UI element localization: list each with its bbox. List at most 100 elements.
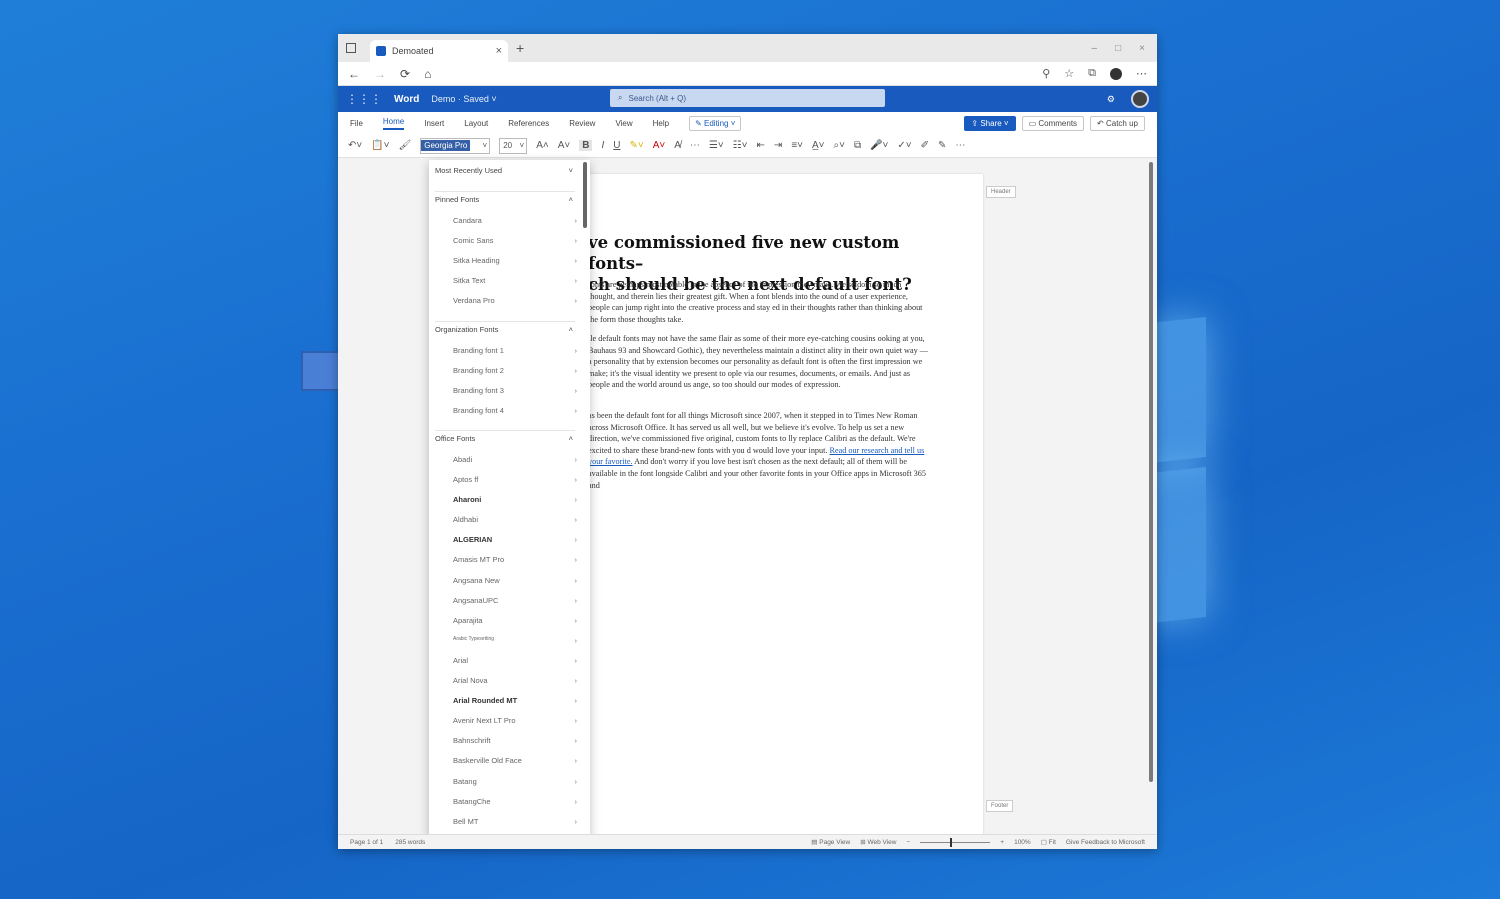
zoom-slider[interactable] <box>920 837 991 847</box>
font-option[interactable]: Verdana Pro › <box>453 296 577 305</box>
chevron-right-icon[interactable]: › <box>575 616 578 625</box>
find-icon[interactable]: ⌕˅ <box>834 140 845 151</box>
font-option[interactable]: Batang › <box>453 777 577 786</box>
chevron-right-icon[interactable]: › <box>575 797 578 806</box>
feedback-link[interactable]: Give Feedback to Microsoft <box>1066 839 1145 846</box>
font-option[interactable]: Branding font 4 › <box>453 406 577 415</box>
chevron-right-icon[interactable]: › <box>575 256 578 265</box>
dropdown-scrollbar[interactable] <box>583 162 587 228</box>
sensitivity-icon[interactable]: ⧉ <box>854 140 861 151</box>
font-color-icon[interactable]: A˅ <box>653 140 666 151</box>
zoom-out-button[interactable]: − <box>906 839 910 846</box>
align-icon[interactable]: ≡˅ <box>791 140 803 151</box>
designer-icon[interactable]: ✐ <box>921 140 929 151</box>
app-launcher-icon[interactable]: ⋮⋮⋮ <box>346 92 382 106</box>
browser-tab[interactable]: Demoated × <box>370 40 508 62</box>
toolbar-more-icon[interactable]: ⋯ <box>955 140 965 151</box>
font-name-value[interactable]: Georgia Pro <box>421 140 471 151</box>
font-option[interactable]: Abadi › <box>453 455 577 464</box>
font-option[interactable]: Aldhabi › <box>453 515 577 524</box>
chevron-right-icon[interactable]: › <box>575 676 578 685</box>
font-option[interactable]: Branding font 2 › <box>453 366 577 375</box>
chevron-right-icon[interactable]: › <box>575 366 578 375</box>
settings-gear-icon[interactable]: ⚙ <box>1107 94 1115 105</box>
dropdown-section-header[interactable]: Office Fonts ˄ <box>435 434 573 443</box>
extensions-icon[interactable]: ⚲ <box>1042 67 1050 80</box>
chevron-right-icon[interactable]: › <box>575 406 578 415</box>
font-size-value[interactable]: 20 <box>503 141 512 150</box>
forward-icon[interactable]: → <box>374 67 386 81</box>
chevron-right-icon[interactable]: › <box>575 777 578 786</box>
font-option[interactable]: Avenir Next LT Pro › <box>453 716 577 725</box>
collections-icon[interactable]: ⧉ <box>1088 67 1096 80</box>
chevron-right-icon[interactable]: › <box>575 515 578 524</box>
font-option[interactable]: Comic Sans › <box>453 236 577 245</box>
web-view-button[interactable]: ⊞ Web View <box>860 838 896 846</box>
footer-label[interactable]: Footer <box>986 800 1014 812</box>
font-name-box[interactable]: Georgia Pro ˅ <box>420 137 491 154</box>
dropdown-section-header[interactable]: Most Recently Used ˅ <box>435 166 573 175</box>
addins-icon[interactable]: ✎ <box>938 140 946 151</box>
font-dropdown-chevron-icon[interactable]: ˅ <box>483 141 490 150</box>
font-option[interactable]: Baskerville Old Face › <box>453 756 577 765</box>
font-option[interactable]: Arabic Typesetting › <box>453 636 577 645</box>
font-option[interactable]: Bahnschrift › <box>453 736 577 745</box>
font-option[interactable]: Amasis MT Pro › <box>453 555 577 564</box>
font-option[interactable]: BatangChe › <box>453 797 577 806</box>
search-input[interactable]: ⌕ Search (Alt + Q) <box>610 89 885 107</box>
document-scrollbar[interactable] <box>1149 162 1153 782</box>
home-icon[interactable]: ⌂ <box>424 67 431 81</box>
font-option[interactable]: Sitka Text › <box>453 276 577 285</box>
tab-review[interactable]: Review <box>569 119 595 128</box>
font-dropdown[interactable]: Most Recently Used ˅ Pinned Fonts ˄ Candara ›… <box>429 160 590 843</box>
bullets-icon[interactable]: ☰˅ <box>709 140 724 151</box>
tab-layout[interactable]: Layout <box>464 119 488 128</box>
more-icon[interactable]: ⋯ <box>1136 67 1147 80</box>
section-collapse-icon[interactable]: ˅ <box>569 166 573 175</box>
chevron-right-icon[interactable]: › <box>575 636 578 645</box>
bold-icon[interactable]: B <box>579 140 593 151</box>
tab-close-icon[interactable]: × <box>496 45 502 57</box>
font-option[interactable]: Arial Nova › <box>453 676 577 685</box>
fit-button[interactable]: ▢ Fit <box>1041 838 1056 846</box>
back-icon[interactable]: ← <box>348 67 360 81</box>
editor-icon[interactable]: ✓˅ <box>897 140 911 151</box>
tab-insert[interactable]: Insert <box>424 119 444 128</box>
font-option[interactable]: Branding font 3 › <box>453 386 577 395</box>
chevron-right-icon[interactable]: › <box>575 236 578 245</box>
chevron-right-icon[interactable]: › <box>575 756 578 765</box>
favorite-star-icon[interactable]: ☆ <box>1064 67 1074 80</box>
font-option[interactable]: Aharoni › <box>453 495 577 504</box>
chevron-right-icon[interactable]: › <box>575 495 578 504</box>
tab-references[interactable]: References <box>508 119 549 128</box>
font-option[interactable]: Sitka Heading › <box>453 256 577 265</box>
font-option[interactable]: Candara › <box>453 216 577 225</box>
chevron-right-icon[interactable]: › <box>575 817 578 826</box>
font-option[interactable]: Arial Rounded MT › <box>453 696 577 705</box>
highlight-icon[interactable]: ✎˅ <box>630 140 644 151</box>
chevron-right-icon[interactable]: › <box>575 276 578 285</box>
chevron-right-icon[interactable]: › <box>575 576 578 585</box>
comments-button[interactable]: ▭ Comments <box>1021 115 1085 131</box>
chevron-right-icon[interactable]: › <box>575 656 578 665</box>
shrink-font-icon[interactable]: A˅ <box>558 140 571 151</box>
section-collapse-icon[interactable]: ˄ <box>569 434 573 443</box>
clear-formatting-icon[interactable]: A̸ <box>674 140 681 151</box>
zoom-in-button[interactable]: + <box>1000 839 1004 846</box>
chevron-right-icon[interactable]: › <box>575 386 578 395</box>
chevron-right-icon[interactable]: › <box>575 296 578 305</box>
catchup-button[interactable]: ↶ Catch up <box>1090 115 1145 131</box>
underline-icon[interactable]: U <box>613 140 620 151</box>
chevron-right-icon[interactable]: › <box>575 455 578 464</box>
tab-file[interactable]: File <box>350 119 363 128</box>
size-dropdown-chevron-icon[interactable]: ˅ <box>520 141 527 150</box>
decrease-indent-icon[interactable]: ⇤ <box>757 140 765 151</box>
chevron-right-icon[interactable]: › <box>575 346 578 355</box>
tab-actions-icon[interactable] <box>346 43 356 53</box>
chevron-right-icon[interactable]: › <box>575 736 578 745</box>
paste-icon[interactable]: 📋˅ <box>371 140 389 151</box>
user-avatar[interactable] <box>1131 90 1149 108</box>
section-collapse-icon[interactable]: ˄ <box>569 325 573 334</box>
minimize-button[interactable]: – <box>1092 43 1098 54</box>
profile-icon[interactable] <box>1110 67 1122 80</box>
